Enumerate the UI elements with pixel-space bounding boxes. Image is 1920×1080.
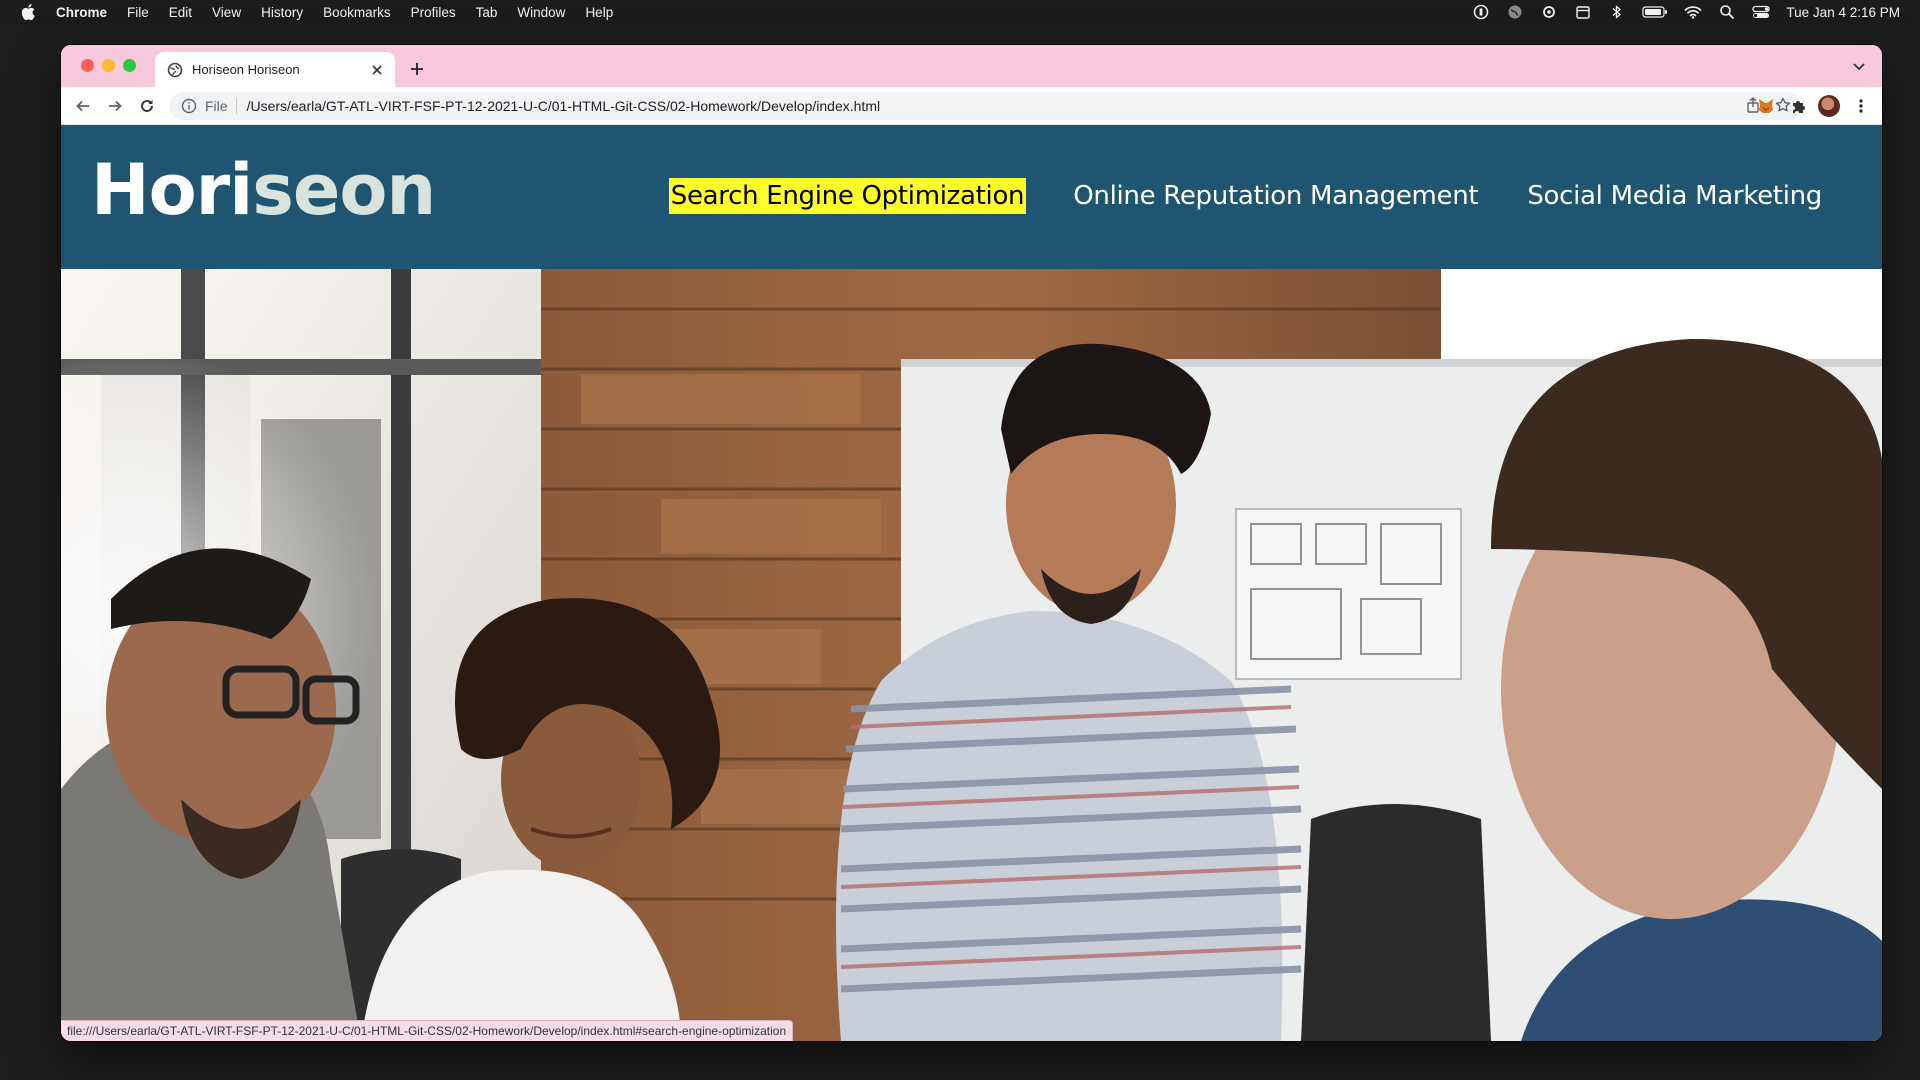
logo-text-main: Hori (91, 149, 253, 231)
browser-tab-active[interactable]: Horiseon Horiseon (155, 52, 395, 87)
url-text[interactable]: /Users/earla/GT-ATL-VIRT-FSF-PT-12-2021-… (247, 98, 881, 114)
bluetooth-icon[interactable] (1608, 3, 1626, 21)
calendar-icon[interactable] (1574, 3, 1592, 21)
back-arrow-icon[interactable] (73, 96, 93, 116)
site-logo: Horiseon (91, 149, 436, 231)
macos-menu-bar: Chrome File Edit View History Bookmarks … (0, 0, 1920, 24)
menubar-clock[interactable]: Tue Jan 4 2:16 PM (1786, 5, 1900, 20)
nav-link-online-reputation-management[interactable]: Online Reputation Management (1071, 178, 1480, 214)
more-menu-kebab-icon[interactable] (1851, 96, 1871, 116)
apple-menu-icon[interactable] (0, 4, 56, 20)
new-tab-plus-icon[interactable] (403, 55, 431, 83)
browser-window: Horiseon Horiseon File /Users/earla/GT-A… (61, 45, 1882, 1041)
menu-edit[interactable]: Edit (169, 5, 192, 20)
url-scheme-chip[interactable]: File (205, 98, 228, 114)
spotlight-search-icon[interactable] (1718, 3, 1736, 21)
tab-search-chevron-down-icon[interactable] (1852, 59, 1868, 75)
menu-window[interactable]: Window (517, 5, 565, 20)
menu-file[interactable]: File (127, 5, 149, 20)
battery-icon[interactable] (1642, 3, 1668, 21)
hero-photo-team-meeting (61, 269, 1882, 1041)
metamask-fox-icon[interactable] (1756, 96, 1776, 116)
menu-app-name[interactable]: Chrome (56, 5, 107, 20)
logo-text-accent: seon (252, 149, 436, 231)
menu-view[interactable]: View (212, 5, 241, 20)
minimize-window-button[interactable] (102, 59, 115, 72)
sync-icon[interactable] (1540, 3, 1558, 21)
password-manager-icon[interactable] (1472, 3, 1490, 21)
menu-help[interactable]: Help (585, 5, 613, 20)
menu-tab[interactable]: Tab (476, 5, 498, 20)
tab-title: Horiseon Horiseon (192, 62, 300, 77)
reload-icon[interactable] (137, 96, 157, 116)
nav-link-search-engine-optimization[interactable]: Search Engine Optimization (668, 178, 1027, 214)
menu-history[interactable]: History (261, 5, 303, 20)
menubar-status-area: Tue Jan 4 2:16 PM (1472, 0, 1900, 24)
omnibox-divider (235, 98, 237, 114)
browser-toolbar: File /Users/earla/GT-ATL-VIRT-FSF-PT-12-… (61, 87, 1882, 125)
site-nav: Search Engine Optimization Online Reputa… (668, 178, 1824, 214)
vpn-globe-icon[interactable] (1506, 3, 1524, 21)
globe-favicon-icon (167, 62, 183, 77)
close-tab-icon[interactable] (369, 62, 385, 78)
site-info-icon[interactable] (181, 98, 197, 114)
close-window-button[interactable] (81, 59, 94, 72)
site-header: Horiseon Search Engine Optimization Onli… (61, 125, 1882, 269)
nav-link-social-media-marketing[interactable]: Social Media Marketing (1525, 178, 1824, 214)
link-status-bubble: file:///Users/earla/GT-ATL-VIRT-FSF-PT-1… (61, 1020, 794, 1041)
page-viewport: Horiseon Search Engine Optimization Onli… (61, 125, 1882, 1041)
menu-profiles[interactable]: Profiles (411, 5, 456, 20)
extensions-puzzle-icon[interactable] (1788, 96, 1808, 116)
hero-image (61, 269, 1882, 1041)
menu-bookmarks[interactable]: Bookmarks (323, 5, 391, 20)
address-bar[interactable]: File /Users/earla/GT-ATL-VIRT-FSF-PT-12-… (169, 92, 1801, 120)
control-center-icon[interactable] (1752, 3, 1771, 21)
wifi-icon[interactable] (1684, 3, 1702, 21)
window-controls (81, 59, 136, 72)
profile-avatar[interactable] (1818, 95, 1840, 117)
zoom-window-button[interactable] (123, 59, 136, 72)
tab-strip: Horiseon Horiseon (61, 45, 1882, 87)
forward-arrow-icon[interactable] (105, 96, 125, 116)
